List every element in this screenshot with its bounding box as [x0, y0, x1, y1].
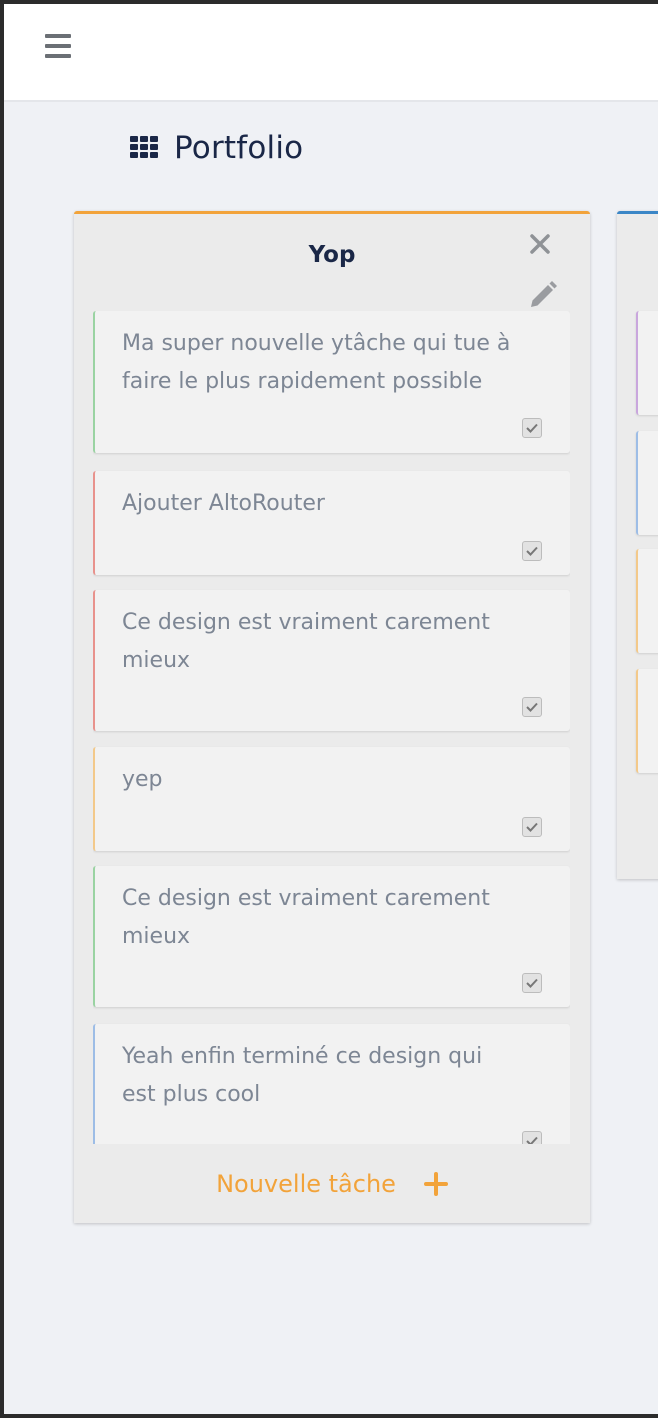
- board-title: Yop: [308, 242, 356, 268]
- task-text: Ce design est vraiment carement mieux: [122, 610, 490, 673]
- next-task-list-board: [617, 211, 658, 879]
- checkmark-icon: [526, 702, 538, 712]
- task-card[interactable]: Ma super nouvelle ytâche qui tue à faire…: [93, 311, 570, 453]
- app-frame: Portfolio Yop Ma super nouvelle ytâche q…: [4, 4, 658, 1414]
- task-card[interactable]: Ce design est vraiment carement mieux: [93, 866, 570, 1007]
- new-task-button[interactable]: Nouvelle tâche: [216, 1170, 448, 1198]
- task-card[interactable]: Ajouter AltoRouter: [93, 471, 570, 575]
- task-card[interactable]: [636, 431, 658, 535]
- task-checkbox[interactable]: [522, 1131, 542, 1144]
- grid-icon: [130, 136, 158, 160]
- task-text: Yeah enfin terminé ce design qui est plu…: [122, 1044, 483, 1107]
- plus-icon: [423, 1171, 448, 1196]
- checkmark-icon: [526, 1136, 538, 1144]
- page-title: Portfolio: [174, 130, 304, 166]
- task-card[interactable]: [636, 669, 658, 773]
- task-list-board: Yop Ma super nouvelle ytâche qui tue à f…: [74, 211, 590, 1223]
- task-card[interactable]: [636, 549, 658, 653]
- task-checkbox[interactable]: [522, 817, 542, 837]
- board-footer: Nouvelle tâche: [74, 1144, 590, 1223]
- task-text: Ce design est vraiment carement mieux: [122, 886, 490, 949]
- task-list: Ma super nouvelle ytâche qui tue à faire…: [93, 311, 570, 1144]
- close-icon[interactable]: [528, 232, 552, 256]
- task-checkbox[interactable]: [522, 541, 542, 561]
- task-text: yep: [122, 767, 163, 792]
- checkmark-icon: [526, 423, 538, 433]
- task-card[interactable]: Ce design est vraiment carement mieux: [93, 590, 570, 731]
- task-card[interactable]: Yeah enfin terminé ce design qui est plu…: [93, 1024, 570, 1144]
- task-checkbox[interactable]: [522, 973, 542, 993]
- task-card[interactable]: [636, 311, 658, 415]
- checkmark-icon: [526, 822, 538, 832]
- new-task-label: Nouvelle tâche: [216, 1169, 396, 1198]
- task-card[interactable]: yep: [93, 747, 570, 851]
- task-text: Ma super nouvelle ytâche qui tue à faire…: [122, 331, 511, 394]
- checkmark-icon: [526, 978, 538, 988]
- task-text: Ajouter AltoRouter: [122, 491, 325, 516]
- pencil-icon[interactable]: [528, 280, 558, 310]
- task-checkbox[interactable]: [522, 697, 542, 717]
- page-heading: Portfolio: [130, 130, 303, 166]
- checkmark-icon: [526, 546, 538, 556]
- hamburger-menu-icon[interactable]: [45, 34, 71, 58]
- top-navbar: [4, 4, 658, 102]
- task-checkbox[interactable]: [522, 418, 542, 438]
